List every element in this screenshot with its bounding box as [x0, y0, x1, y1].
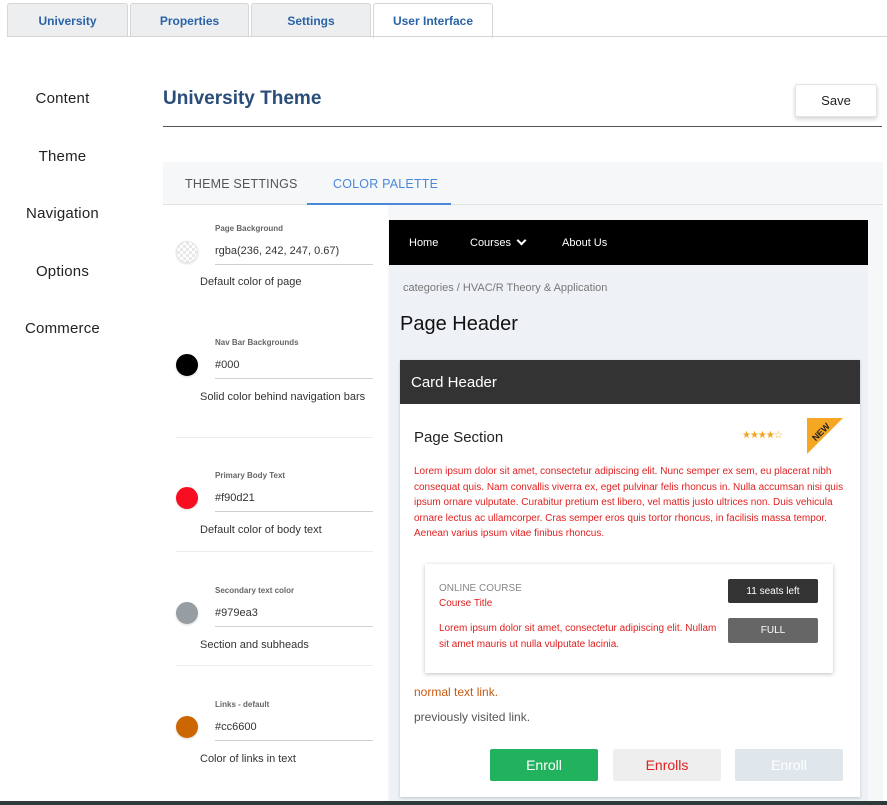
chevron-down-icon [516, 235, 527, 246]
tab-settings[interactable]: Settings [251, 3, 371, 37]
enroll-primary-button[interactable]: Enroll [490, 749, 598, 781]
preview-card: Card Header Page Section ★★★★☆ NEW Lorem… [400, 360, 860, 797]
bottom-bar [0, 801, 887, 805]
page-title: University Theme [163, 88, 322, 109]
breadcrumb: categories / HVAC/R Theory & Application [403, 282, 608, 294]
color-value-field[interactable]: #979ea3 [215, 607, 258, 619]
color-value-field[interactable]: #000 [215, 359, 239, 371]
setting-description: Color of links in text [200, 753, 296, 765]
side-nav-options[interactable]: Options [0, 243, 125, 301]
setting-description: Default color of body text [200, 524, 322, 536]
setting-label: Secondary text color [215, 586, 295, 595]
seats-left-badge: 11 seats left [728, 579, 818, 603]
normal-text-link[interactable]: normal text link. [414, 685, 498, 699]
color-swatch-page-background[interactable] [176, 241, 198, 263]
setting-label: Primary Body Text [215, 471, 286, 480]
setting-separator [176, 437, 373, 438]
setting-separator [176, 665, 373, 666]
side-nav-navigation[interactable]: Navigation [0, 185, 125, 243]
tab-theme-settings[interactable]: THEME SETTINGS [185, 177, 298, 191]
tab-properties[interactable]: Properties [130, 3, 249, 37]
color-swatch-nav-bar[interactable] [176, 354, 198, 376]
page-section-title: Page Section [414, 429, 504, 446]
enroll-disabled-button: Enroll [735, 749, 843, 781]
side-nav: Content Theme Navigation Options Commerc… [0, 70, 125, 358]
tab-bar-divider [7, 36, 887, 37]
preview-nav-about[interactable]: About Us [562, 237, 607, 249]
star-rating-icon: ★★★★☆ [742, 430, 783, 441]
app-root: University Properties Settings User Inte… [0, 0, 887, 805]
color-swatch-primary-text[interactable] [176, 487, 198, 509]
title-divider [163, 126, 882, 127]
full-badge: FULL [728, 618, 818, 643]
color-swatch-links[interactable] [176, 716, 198, 738]
color-swatch-secondary-text[interactable] [176, 602, 198, 624]
course-card[interactable]: ONLINE COURSE Course Title Lorem ipsum d… [425, 564, 833, 673]
side-nav-content[interactable]: Content [0, 70, 125, 128]
tab-university[interactable]: University [7, 3, 128, 37]
color-settings-list: Page Background rgba(236, 242, 247, 0.67… [163, 205, 388, 805]
save-button[interactable]: Save [795, 84, 877, 117]
setting-label: Page Background [215, 224, 284, 233]
field-underline [215, 740, 373, 741]
course-type: ONLINE COURSE [439, 583, 522, 594]
setting-description: Solid color behind navigation bars [200, 391, 366, 403]
color-value-field[interactable]: #cc6600 [215, 721, 257, 733]
setting-description: Default color of page [200, 276, 302, 288]
enroll-secondary-button[interactable]: Enrolls [613, 749, 721, 781]
theme-panel: THEME SETTINGS COLOR PALETTE Page Backgr… [163, 162, 883, 805]
preview-nav-bar: Home Courses About Us [389, 220, 868, 265]
card-header: Card Header [400, 360, 860, 404]
side-nav-commerce[interactable]: Commerce [0, 300, 125, 358]
setting-separator [176, 551, 373, 552]
preview-page-header: Page Header [400, 313, 518, 335]
setting-label: Links - default [215, 700, 270, 709]
visited-text-link[interactable]: previously visited link. [414, 710, 530, 724]
field-underline [215, 264, 373, 265]
preview-nav-courses-label: Courses [470, 237, 511, 249]
top-tab-bar: University Properties Settings User Inte… [7, 3, 495, 38]
setting-description: Section and subheads [200, 639, 309, 651]
setting-label: Nav Bar Backgrounds [215, 338, 299, 347]
course-description: Lorem ipsum dolor sit amet, consectetur … [439, 623, 717, 650]
tab-color-palette[interactable]: COLOR PALETTE [333, 177, 438, 191]
course-title: Course Title [439, 598, 493, 609]
theme-preview: Home Courses About Us categories / HVAC/… [389, 220, 868, 805]
field-underline [215, 511, 373, 512]
field-underline [215, 378, 373, 379]
color-value-field[interactable]: #f90d21 [215, 492, 255, 504]
body-text: Lorem ipsum dolor sit amet, consectetur … [414, 466, 844, 539]
side-nav-theme[interactable]: Theme [0, 128, 125, 186]
color-value-field[interactable]: rgba(236, 242, 247, 0.67) [215, 245, 339, 257]
field-underline [215, 626, 373, 627]
sub-tab-bar: THEME SETTINGS COLOR PALETTE [163, 162, 883, 205]
preview-nav-home[interactable]: Home [409, 237, 438, 249]
tab-user-interface[interactable]: User Interface [373, 3, 493, 38]
preview-nav-courses[interactable]: Courses [470, 235, 527, 249]
